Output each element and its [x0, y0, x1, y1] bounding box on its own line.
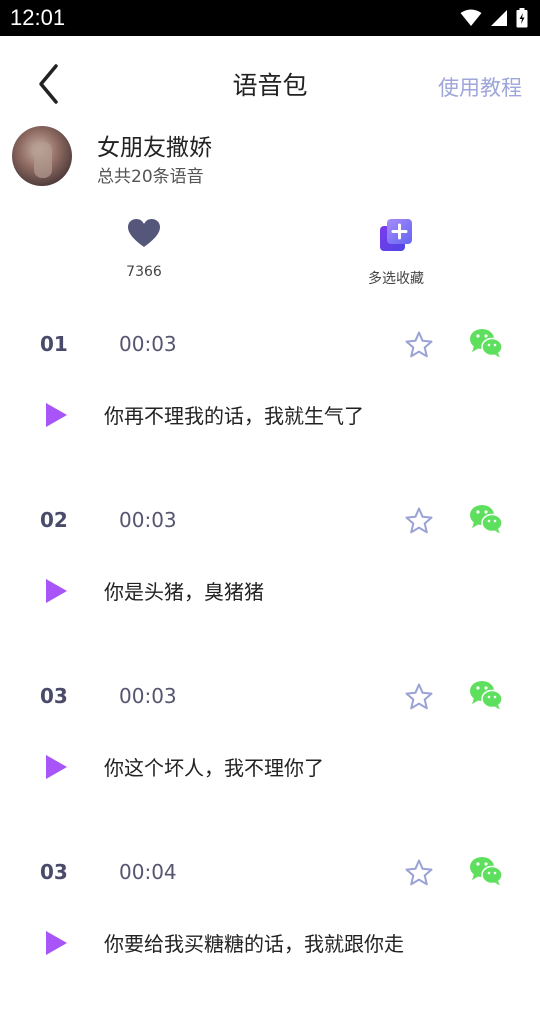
voice-index: 01	[40, 332, 68, 356]
voice-text: 你要给我买糖糖的话，我就跟你走	[104, 932, 404, 956]
star-icon[interactable]	[404, 506, 434, 536]
pack-header: 女朋友撒娇 总共20条语音	[0, 124, 540, 194]
voice-index: 03	[40, 860, 68, 884]
like-count: 7366	[126, 264, 162, 280]
avatar	[12, 126, 72, 186]
like-button[interactable]: 7366	[74, 212, 214, 280]
tutorial-link[interactable]: 使用教程	[438, 72, 522, 102]
pack-name: 女朋友撒娇	[97, 135, 212, 161]
voice-item: 03 00:04 你要给我买糖糖的话，我就跟你走	[0, 838, 540, 1014]
multi-select-label: 多选收藏	[368, 271, 424, 287]
status-icons	[460, 8, 528, 28]
voice-item: 01 00:03 你再不理我的话，我就生气了	[0, 310, 540, 486]
voice-text: 你再不理我的话，我就生气了	[104, 404, 364, 428]
pack-count: 总共20条语音	[97, 167, 204, 187]
voice-duration: 00:04	[119, 860, 177, 884]
voice-index: 02	[40, 508, 68, 532]
battery-icon	[516, 8, 528, 28]
wechat-share-icon[interactable]	[469, 504, 503, 534]
star-icon[interactable]	[404, 858, 434, 888]
star-icon[interactable]	[404, 682, 434, 712]
voice-item: 03 00:03 你这个坏人，我不理你了	[0, 662, 540, 838]
pack-actions: 7366 多选收藏	[0, 212, 540, 302]
wechat-share-icon[interactable]	[469, 328, 503, 358]
play-icon[interactable]	[44, 754, 68, 780]
play-icon[interactable]	[44, 578, 68, 604]
wechat-share-icon[interactable]	[469, 680, 503, 710]
status-bar: 12:01	[0, 0, 540, 36]
star-icon[interactable]	[404, 330, 434, 360]
status-time: 12:01	[10, 5, 66, 30]
play-icon[interactable]	[44, 402, 68, 428]
voice-text: 你这个坏人，我不理你了	[104, 756, 324, 780]
signal-icon	[491, 10, 507, 26]
wechat-share-icon[interactable]	[469, 856, 503, 886]
voice-duration: 00:03	[119, 684, 177, 708]
voice-list: 01 00:03 你再不理我的话，我就生气了 02 00:03 你是头猪，臭猪猪…	[0, 310, 540, 1014]
wifi-icon	[460, 9, 482, 26]
add-collection-icon	[380, 219, 412, 251]
multi-select-collect-button[interactable]: 多选收藏	[326, 212, 466, 288]
play-icon[interactable]	[44, 930, 68, 956]
voice-duration: 00:03	[119, 332, 177, 356]
voice-item: 02 00:03 你是头猪，臭猪猪	[0, 486, 540, 662]
voice-index: 03	[40, 684, 68, 708]
nav-bar: 语音包 使用教程	[0, 36, 540, 132]
heart-icon	[128, 219, 160, 247]
voice-duration: 00:03	[119, 508, 177, 532]
voice-text: 你是头猪，臭猪猪	[104, 580, 264, 604]
